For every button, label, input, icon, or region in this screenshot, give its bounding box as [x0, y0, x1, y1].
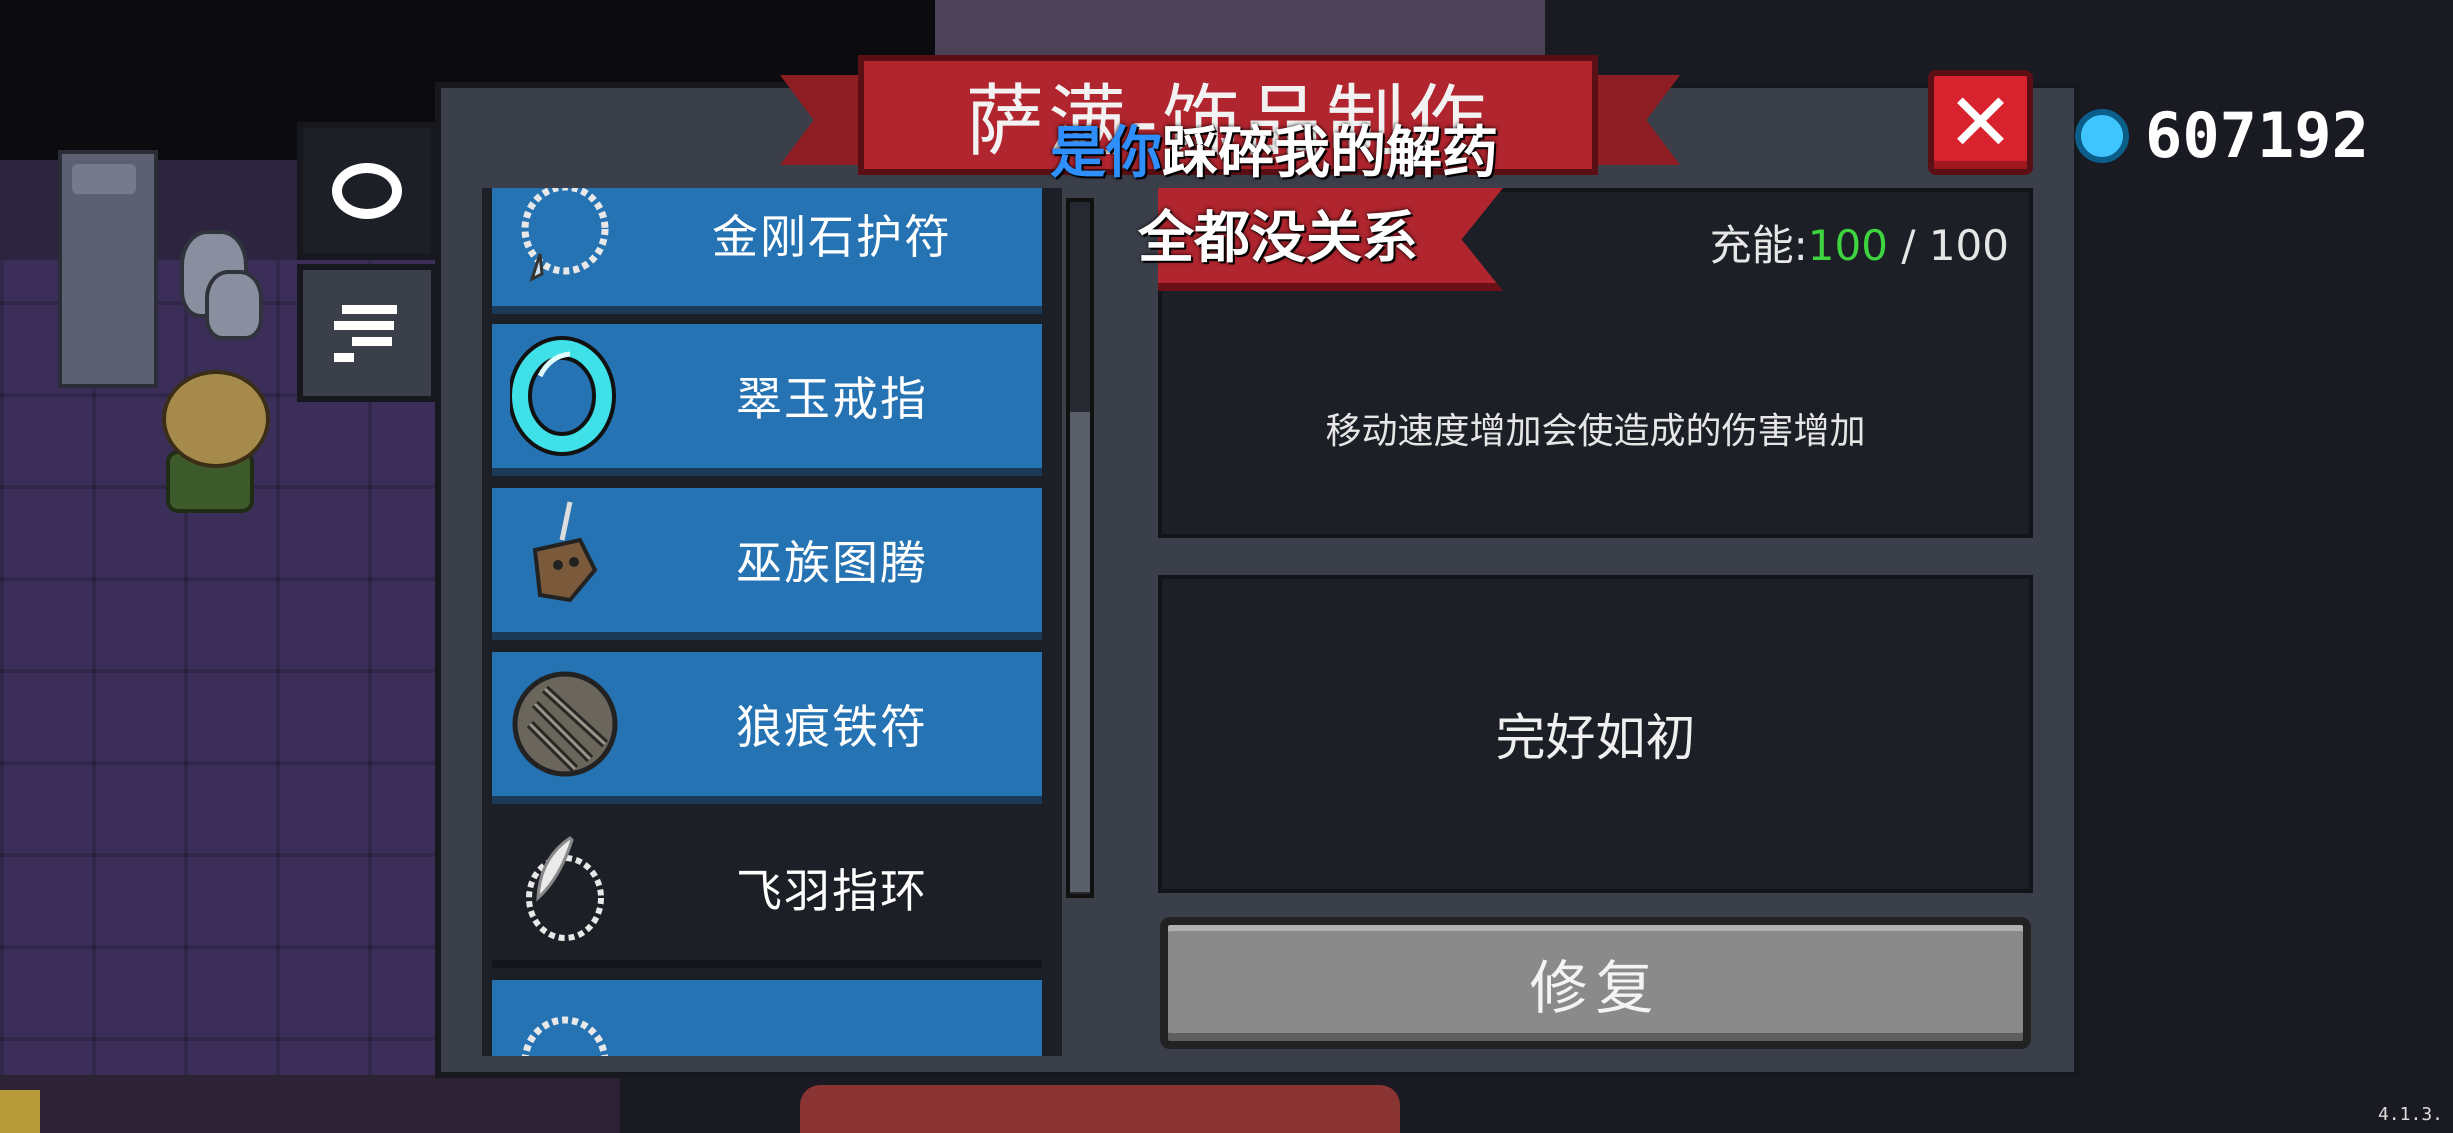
version-label: 4.1.3. [2377, 1104, 2443, 1125]
item-label: 金刚石护符 [712, 210, 952, 264]
feather-ring-icon [526, 836, 604, 941]
wall-ledge [0, 160, 320, 270]
list-item[interactable]: 狼痕铁符 [492, 652, 1042, 804]
list-item[interactable] [492, 980, 1042, 1056]
list-item[interactable]: 巫族图腾 [492, 488, 1042, 640]
gold-object [0, 1090, 40, 1133]
floor-rug [800, 1085, 1400, 1133]
totem-icon [532, 501, 598, 603]
item-label [622, 980, 1042, 1056]
list-item-selected[interactable]: 飞羽指环 [492, 816, 1042, 968]
close-icon: ✕ [1946, 76, 2015, 169]
necklace-icon [521, 188, 609, 282]
gem-icon [2075, 108, 2129, 163]
necklace-icon [521, 1016, 609, 1056]
item-label: 巫族图腾 [736, 536, 928, 590]
npc-hat [162, 370, 270, 468]
shaman-npc[interactable] [150, 370, 270, 513]
item-label: 狼痕铁符 [736, 700, 928, 754]
subtitle-rest: 踩碎我的解药 [1162, 121, 1498, 186]
energy-current: 100 [1807, 221, 1888, 270]
item-label: 翠玉戒指 [736, 372, 928, 426]
iron-charm-icon [512, 671, 618, 777]
repair-button[interactable]: 修复 [1160, 917, 2031, 1049]
list-item[interactable]: 金刚石护符 [492, 188, 1042, 314]
gem-counter: 607192 [2075, 98, 2369, 173]
accessory-list[interactable]: 金刚石护符 翠玉戒指 巫族图腾 狼痕铁符 飞羽指环 [482, 188, 1062, 1056]
subtitle-line-1: 是你踩碎我的解药 [1050, 108, 1498, 189]
energy-readout: 充能:100 / 100 [1710, 212, 2009, 273]
item-description: 移动速度增加会使造成的伤害增加 [1325, 411, 1866, 452]
item-label: 飞羽指环 [736, 864, 928, 918]
floor-objects [0, 1075, 620, 1133]
subtitle-line-2: 全都没关系 [1138, 206, 1418, 271]
tab-rings[interactable] [297, 122, 437, 260]
tab-list[interactable] [297, 264, 437, 402]
gem-amount: 607192 [2145, 99, 2369, 172]
scrollbar-thumb[interactable] [1070, 412, 1090, 892]
item-status: 完好如初 [1158, 575, 2033, 893]
subtitle-highlight: 是你 [1050, 121, 1162, 186]
close-button[interactable]: ✕ [1928, 70, 2033, 175]
energy-max: 100 [1928, 221, 2009, 270]
list-item[interactable]: 翠玉戒指 [492, 324, 1042, 476]
list-icon [332, 303, 402, 363]
jade-ring-icon [510, 336, 616, 456]
vase [205, 270, 263, 340]
category-tabs [297, 122, 437, 402]
ring-icon [332, 163, 402, 219]
energy-label: 充能: [1709, 221, 1808, 270]
energy-separator: / [1887, 221, 1929, 270]
stone-pillar [58, 150, 158, 388]
